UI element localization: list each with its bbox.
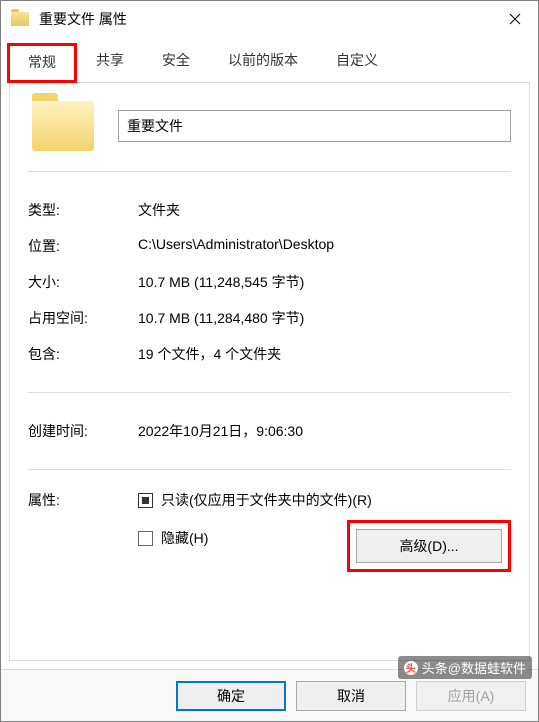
watermark-text: 头条@数据蛙软件 (422, 658, 526, 677)
divider (28, 469, 511, 470)
created-value: 2022年10月21日，9:06:30 (138, 421, 511, 441)
type-value: 文件夹 (138, 200, 511, 220)
size-label: 大小: (28, 272, 138, 292)
cancel-button[interactable]: 取消 (296, 681, 406, 711)
advanced-highlight: 高级(D)... (347, 520, 511, 572)
contains-value: 19 个文件，4 个文件夹 (138, 344, 511, 364)
close-button[interactable] (492, 1, 538, 37)
attributes-section: 属性: 只读(仅应用于文件夹中的文件)(R) 隐藏(H) 高级(D)... (28, 490, 511, 548)
tab-previous-versions[interactable]: 以前的版本 (209, 43, 317, 83)
attributes-label: 属性: (28, 490, 138, 510)
contains-label: 包含: (28, 344, 138, 364)
row-location: 位置: C:\Users\Administrator\Desktop (28, 228, 511, 264)
type-label: 类型: (28, 200, 138, 220)
folder-icon (11, 12, 29, 26)
watermark: 头 头条@数据蛙软件 (398, 656, 532, 679)
tab-general[interactable]: 常规 (7, 43, 77, 83)
titlebar: 重要文件 属性 (1, 1, 538, 37)
readonly-checkbox[interactable] (138, 493, 153, 508)
name-row (28, 101, 511, 151)
row-type: 类型: 文件夹 (28, 192, 511, 228)
general-panel: 类型: 文件夹 位置: C:\Users\Administrator\Deskt… (9, 82, 530, 661)
location-label: 位置: (28, 236, 138, 256)
folder-name-input[interactable] (118, 110, 511, 142)
watermark-icon: 头 (404, 661, 418, 675)
window-title: 重要文件 属性 (39, 9, 492, 29)
apply-button: 应用(A) (416, 681, 526, 711)
row-size-on-disk: 占用空间: 10.7 MB (11,284,480 字节) (28, 300, 511, 336)
hidden-label: 隐藏(H) (161, 528, 208, 548)
readonly-label: 只读(仅应用于文件夹中的文件)(R) (161, 490, 372, 510)
tab-sharing[interactable]: 共享 (77, 43, 143, 83)
divider (28, 171, 511, 172)
ok-button[interactable]: 确定 (176, 681, 286, 711)
tab-custom[interactable]: 自定义 (317, 43, 397, 83)
folder-large-icon (32, 101, 94, 151)
row-created: 创建时间: 2022年10月21日，9:06:30 (28, 413, 511, 449)
tab-bar: 常规 共享 安全 以前的版本 自定义 (1, 37, 538, 83)
row-contains: 包含: 19 个文件，4 个文件夹 (28, 336, 511, 372)
location-value: C:\Users\Administrator\Desktop (138, 236, 511, 256)
sizeondisk-value: 10.7 MB (11,284,480 字节) (138, 308, 511, 328)
close-icon (509, 13, 521, 25)
created-label: 创建时间: (28, 421, 138, 441)
size-value: 10.7 MB (11,248,545 字节) (138, 272, 511, 292)
properties-dialog: 重要文件 属性 常规 共享 安全 以前的版本 自定义 类型: 文件夹 位置: C… (0, 0, 539, 722)
hidden-checkbox[interactable] (138, 531, 153, 546)
divider (28, 392, 511, 393)
row-size: 大小: 10.7 MB (11,248,545 字节) (28, 264, 511, 300)
advanced-button[interactable]: 高级(D)... (356, 529, 502, 563)
tab-security[interactable]: 安全 (143, 43, 209, 83)
sizeondisk-label: 占用空间: (28, 308, 138, 328)
